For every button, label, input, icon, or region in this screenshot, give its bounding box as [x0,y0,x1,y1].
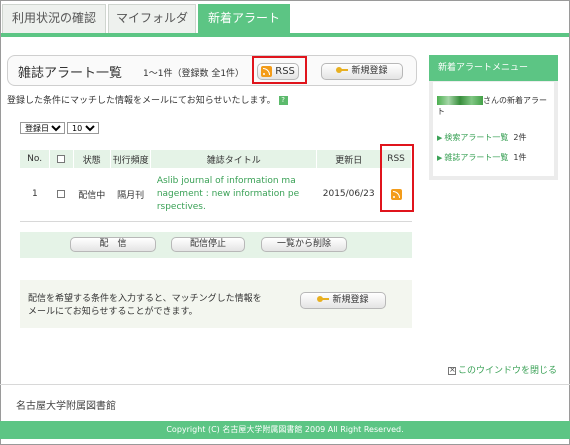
copyright-bar: Copyright (C) 名古屋大学附属図書館 2009 All Right … [0,421,570,439]
menu-user-line: さんの新着アラート [437,95,554,117]
redacted-username [437,96,483,105]
menu-item-count: 1件 [513,153,527,162]
description-label: 登録した条件にマッチした情報をメールにてお知らせいたします。 [7,96,276,106]
menu-body: さんの新着アラート ▶ 検索アラート一覧 2件 ▶ 雑誌アラート一覧 1件 [433,82,554,176]
key-icon [336,66,349,75]
close-icon [448,365,456,375]
remove-from-list-button[interactable]: 一覧から削除 [261,237,347,252]
col-updated: 更新日 [316,150,382,168]
tab-new-alert[interactable]: 新着アラート [198,4,290,34]
col-title: 雑誌タイトル [150,150,318,168]
col-no: No. [20,150,51,168]
row-updated: 2015/06/23 [316,168,381,222]
new-register-button[interactable]: 新規登録 [321,63,403,80]
per-page-select[interactable]: 10件 [67,122,99,134]
sort-select[interactable]: 登録日順 [20,122,65,134]
title-line[interactable]: rspectives. [157,201,317,214]
notice-line: 配信を希望する条件を入力すると、マッチングした情報を [28,294,262,304]
new-register-label: 新規登録 [351,66,388,76]
row-journal-title[interactable]: Aslib journal of information ma nagement… [150,168,317,222]
close-window-label[interactable]: このウインドウを閉じる [458,366,557,376]
close-window-link[interactable]: このウインドウを閉じる [448,363,557,376]
row-frequency: 隔月刊 [110,168,151,222]
triangle-right-icon: ▶ [437,154,443,162]
alert-menu: 新着アラートメニュー さんの新着アラート ▶ 検索アラート一覧 2件 ▶ 雑誌アラート… [429,55,558,180]
notice-text: 配信を希望する条件を入力すると、マッチングした情報を メールにてお知らせすること… [28,293,262,319]
page-title: 雑誌アラート一覧 [18,66,123,81]
menu-item-label[interactable]: 雑誌アラート一覧 [444,153,508,162]
row-rss-highlight-box [380,144,414,212]
tab-my-folder[interactable]: マイフォルダ [108,4,196,33]
col-status: 状態 [73,150,111,168]
title-line[interactable]: nagement : new information pe [157,188,317,201]
menu-item-count: 2件 [513,133,527,142]
menu-title: 新着アラートメニュー [429,55,558,81]
tab-usage-status[interactable]: 利用状況の確認 [2,4,106,33]
row-checkbox-cell [49,168,74,222]
notice-register-label: 新規登録 [332,295,369,305]
result-count: 1～1件（登録数 全1件） [143,69,245,79]
row-checkbox[interactable] [57,189,66,198]
library-name: 名古屋大学附属図書館 [16,401,116,412]
title-line[interactable]: Aslib journal of information ma [157,175,317,188]
help-icon[interactable]: ? [278,96,288,105]
table-row: 1 配信中 隔月刊 Aslib journal of information m… [20,168,412,222]
stop-delivery-button[interactable]: 配信停止 [171,237,245,252]
deliver-button[interactable]: 配 信 [70,237,156,252]
action-bar: 配 信 配信停止 一覧から削除 [20,232,412,258]
col-frequency: 刊行頻度 [110,150,152,168]
select-all-checkbox[interactable] [57,154,66,163]
table-header-row: No. 状態 刊行頻度 雑誌タイトル 更新日 RSS [20,150,412,168]
key-icon [317,295,330,304]
alert-table: No. 状態 刊行頻度 雑誌タイトル 更新日 RSS 1 配信中 隔月刊 Asl… [20,150,412,222]
row-status: 配信中 [73,168,111,222]
menu-item-label[interactable]: 検索アラート一覧 [444,133,508,142]
footer-divider [0,384,570,385]
page-header-box: 雑誌アラート一覧 1～1件（登録数 全1件） RSS 新規登録 [7,55,417,86]
col-select-all[interactable] [49,150,74,168]
row-no: 1 [20,168,50,222]
notice-line: メールにてお知らせすることができます。 [28,307,198,317]
tab-bar: 利用状況の確認 マイフォルダ 新着アラート [1,1,569,37]
rss-highlight-box [252,56,307,84]
menu-item-journal-alert[interactable]: ▶ 雑誌アラート一覧 1件 [437,152,526,163]
menu-item-search-alert[interactable]: ▶ 検索アラート一覧 2件 [437,132,526,143]
register-notice: 配信を希望する条件を入力すると、マッチングした情報を メールにてお知らせすること… [20,280,412,328]
notice-register-button[interactable]: 新規登録 [300,292,386,309]
triangle-right-icon: ▶ [437,134,443,142]
description-text: 登録した条件にマッチした情報をメールにてお知らせいたします。? [7,93,288,106]
